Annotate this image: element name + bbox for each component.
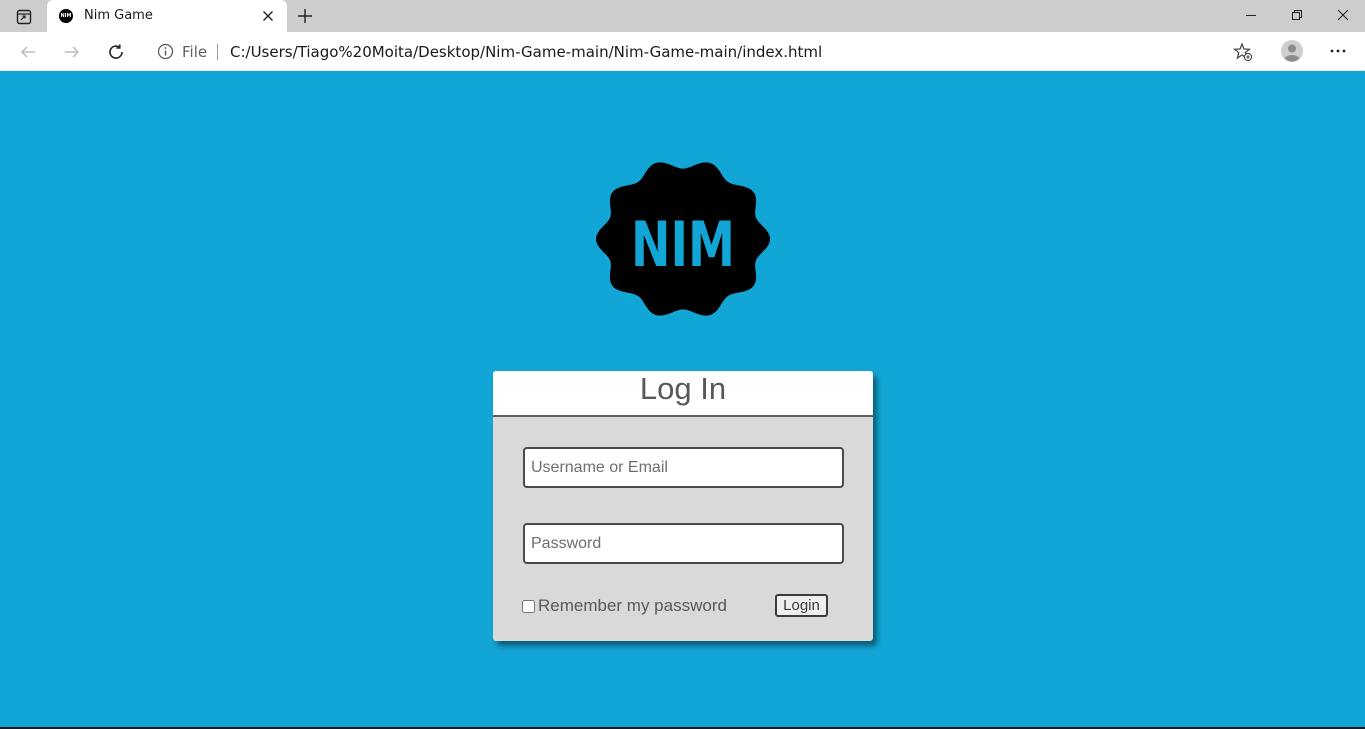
remember-password-option[interactable]: Remember my password bbox=[522, 596, 727, 616]
browser-tab[interactable]: NIM Nim Game bbox=[47, 0, 287, 32]
info-icon[interactable] bbox=[157, 43, 174, 60]
address-divider bbox=[217, 44, 218, 60]
profile-button[interactable] bbox=[1279, 38, 1305, 64]
url-text[interactable]: C:/Users/Tiago%20Moita/Desktop/Nim-Game-… bbox=[230, 43, 822, 61]
forward-button[interactable] bbox=[58, 38, 86, 66]
username-input[interactable] bbox=[523, 447, 844, 488]
close-icon bbox=[1337, 9, 1349, 21]
tab-actions-icon[interactable] bbox=[10, 6, 38, 28]
refresh-button[interactable] bbox=[102, 38, 130, 66]
back-button[interactable] bbox=[14, 38, 42, 66]
password-input[interactable] bbox=[523, 523, 844, 564]
restore-icon bbox=[1292, 10, 1302, 20]
tab-title: Nim Game bbox=[84, 8, 153, 23]
restore-button[interactable] bbox=[1274, 0, 1320, 30]
browser-tab-bar: NIM Nim Game bbox=[0, 0, 1365, 32]
scheme-label: File bbox=[182, 43, 208, 61]
browser-toolbar: File C:/Users/Tiago%20Moita/Desktop/Nim-… bbox=[0, 32, 1365, 71]
login-title: Log In bbox=[639, 371, 727, 406]
close-tab-icon[interactable] bbox=[259, 7, 277, 25]
remember-checkbox[interactable] bbox=[522, 599, 535, 613]
minimize-icon bbox=[1246, 15, 1256, 16]
star-plus-icon bbox=[1233, 42, 1253, 62]
refresh-icon bbox=[109, 44, 123, 59]
close-window-button[interactable] bbox=[1320, 0, 1365, 30]
login-header: Log In bbox=[493, 371, 873, 417]
logo-text: NIM bbox=[631, 208, 735, 281]
remember-label: Remember my password bbox=[538, 596, 727, 615]
back-arrow-icon bbox=[20, 46, 35, 58]
minimize-button[interactable] bbox=[1228, 0, 1274, 30]
new-tab-button[interactable] bbox=[294, 5, 316, 27]
nim-logo: NIM bbox=[596, 162, 770, 316]
more-icon bbox=[1330, 49, 1346, 53]
address-bar[interactable]: File C:/Users/Tiago%20Moita/Desktop/Nim-… bbox=[145, 36, 1262, 67]
login-card: Log In Remember my password Login bbox=[493, 371, 873, 641]
login-button[interactable]: Login bbox=[775, 594, 828, 617]
plus-icon bbox=[298, 9, 312, 23]
add-favorite-button[interactable] bbox=[1232, 41, 1254, 63]
nim-favicon-icon: NIM bbox=[59, 9, 73, 23]
forward-arrow-icon bbox=[65, 46, 80, 58]
more-menu-button[interactable] bbox=[1325, 38, 1351, 64]
profile-icon bbox=[1281, 40, 1303, 62]
page-content: NIM Log In Remember my password Login bbox=[0, 71, 1365, 727]
